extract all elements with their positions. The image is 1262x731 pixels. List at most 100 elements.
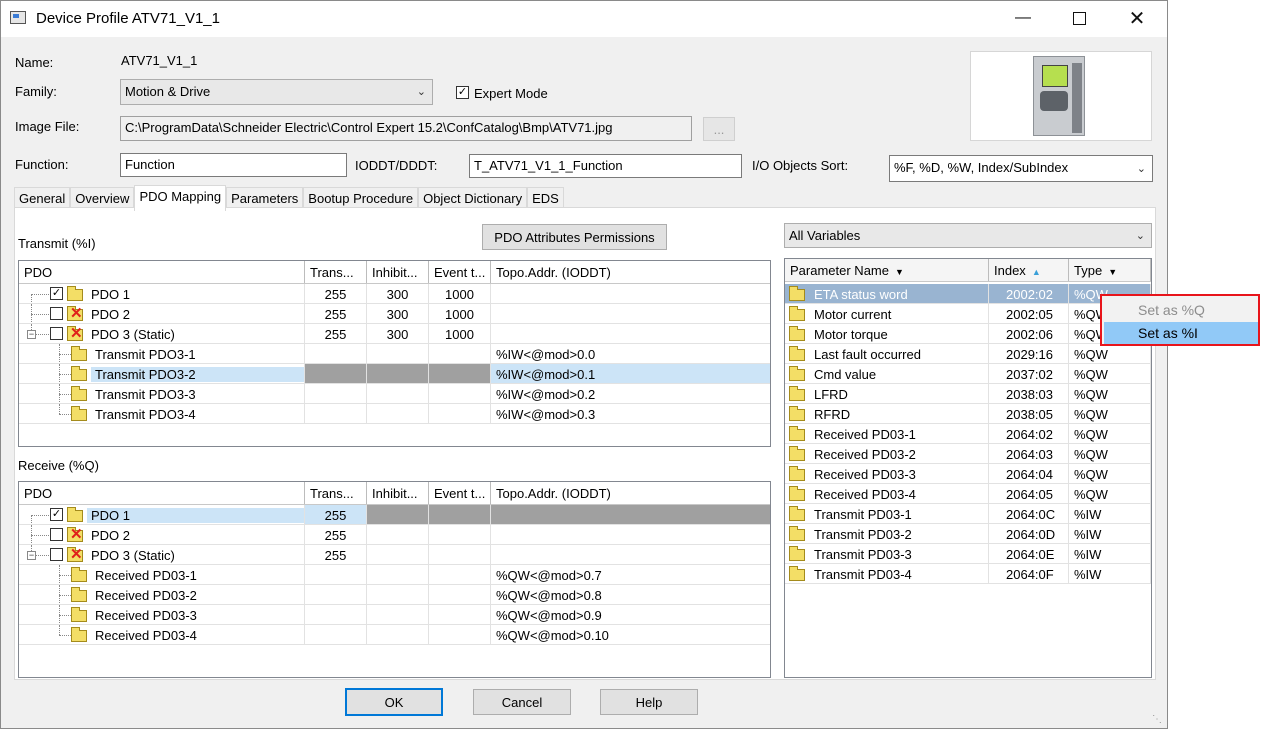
cancel-button[interactable]: Cancel: [473, 689, 571, 715]
receive-title: Receive (%Q): [18, 458, 99, 473]
app-icon: [10, 11, 26, 24]
folder-icon: [789, 466, 805, 481]
pdo-checkbox[interactable]: ✓: [50, 508, 63, 521]
grid-header: Parameter Name ▼ Index ▲ Type ▼: [785, 259, 1151, 282]
col-index[interactable]: Index ▲: [989, 259, 1069, 281]
tab-pdo-mapping[interactable]: PDO Mapping: [134, 185, 227, 211]
sort-select[interactable]: %F, %D, %W, Index/SubIndex ⌄: [889, 155, 1153, 182]
col-event[interactable]: Event t...: [429, 261, 491, 283]
table-row[interactable]: Last fault occurred 2029:16 %QW: [785, 344, 1151, 364]
table-row[interactable]: Motor current 2002:05 %QW: [785, 304, 1151, 324]
col-inhibit[interactable]: Inhibit...: [367, 482, 429, 504]
table-row[interactable]: Cmd value 2037:02 %QW: [785, 364, 1151, 384]
table-row[interactable]: ✕ PDO 2 255 300 1000: [19, 304, 770, 324]
pdo-checkbox[interactable]: [50, 307, 63, 320]
ioddt-label: IODDT/DDDT:: [355, 158, 438, 173]
cell-index: 2064:0D: [989, 524, 1069, 544]
tab-bar: General Overview PDO Mapping Parameters …: [14, 185, 564, 211]
table-row[interactable]: Transmit PD03-2 2064:0D %IW: [785, 524, 1151, 544]
table-row[interactable]: Received PD03-4 %QW<@mod>0.10: [19, 625, 770, 645]
variables-filter-select[interactable]: All Variables ⌄: [784, 223, 1152, 248]
cell-trans: [305, 344, 367, 364]
cell-name: ETA status word: [785, 284, 989, 304]
cell-trans: [305, 605, 367, 625]
col-type[interactable]: Type ▼: [1069, 259, 1151, 281]
col-topo[interactable]: Topo.Addr. (IODDT): [491, 261, 770, 283]
table-row[interactable]: ✓ PDO 1 255: [19, 505, 770, 525]
col-pdo[interactable]: PDO: [19, 261, 305, 283]
table-row[interactable]: − ✕ PDO 3 (Static) 255: [19, 545, 770, 565]
table-row[interactable]: RFRD 2038:05 %QW: [785, 404, 1151, 424]
table-row[interactable]: Received PD03-1 2064:02 %QW: [785, 424, 1151, 444]
sort-up-icon: ▲: [1031, 267, 1041, 277]
cell-event: [429, 404, 491, 424]
pdo-checkbox[interactable]: ✓: [50, 287, 63, 300]
menu-item-set-as-q[interactable]: Set as %Q: [1104, 299, 1258, 321]
cell-index: 2002:05: [989, 304, 1069, 324]
table-row[interactable]: Transmit PDO3-1 %IW<@mod>0.0: [19, 344, 770, 364]
table-row[interactable]: Transmit PD03-1 2064:0C %IW: [785, 504, 1151, 524]
disabled-x-icon: ✕: [70, 526, 83, 543]
cell-inhibit: [367, 344, 429, 364]
maximize-button[interactable]: [1056, 1, 1102, 35]
pdo-permissions-button[interactable]: PDO Attributes Permissions: [482, 224, 667, 250]
col-inhibit[interactable]: Inhibit...: [367, 261, 429, 283]
col-topo[interactable]: Topo.Addr. (IODDT): [491, 482, 770, 504]
browse-button[interactable]: ...: [703, 117, 735, 141]
table-row[interactable]: LFRD 2038:03 %QW: [785, 384, 1151, 404]
col-trans[interactable]: Trans...: [305, 261, 367, 283]
cell-event: 1000: [429, 324, 491, 344]
table-row[interactable]: ETA status word 2002:02 %QW: [785, 284, 1151, 304]
cell-index: 2002:06: [989, 324, 1069, 344]
folder-icon: [789, 566, 805, 581]
close-button[interactable]: ✕: [1114, 1, 1160, 35]
drive-icon: [1033, 56, 1085, 136]
cell-type: %QW: [1069, 404, 1151, 424]
col-parameter-name[interactable]: Parameter Name ▼: [785, 259, 989, 281]
table-row[interactable]: ✓ PDO 1 255 300 1000: [19, 284, 770, 304]
disabled-x-icon: ✕: [70, 305, 83, 322]
image-file-field[interactable]: C:\ProgramData\Schneider Electric\Contro…: [120, 116, 692, 141]
table-row[interactable]: Received PD03-3 %QW<@mod>0.9: [19, 605, 770, 625]
table-row[interactable]: Transmit PDO3-2 %IW<@mod>0.1: [19, 364, 770, 384]
table-row[interactable]: Received PD03-1 %QW<@mod>0.7: [19, 565, 770, 585]
cell-name: Transmit PDO3-4: [19, 404, 305, 424]
ioddt-field[interactable]: T_ATV71_V1_1_Function: [469, 154, 742, 178]
cell-topo: %QW<@mod>0.8: [491, 585, 770, 605]
table-row[interactable]: Received PD03-3 2064:04 %QW: [785, 464, 1151, 484]
pdo-checkbox[interactable]: [50, 327, 63, 340]
folder-icon: [789, 306, 805, 321]
cell-event: [429, 364, 491, 384]
col-event[interactable]: Event t...: [429, 482, 491, 504]
table-row[interactable]: Transmit PD03-4 2064:0F %IW: [785, 564, 1151, 584]
table-row[interactable]: ✕ PDO 2 255: [19, 525, 770, 545]
cell-name: LFRD: [785, 384, 989, 404]
collapse-icon[interactable]: −: [27, 551, 36, 560]
resize-grip-icon[interactable]: ⋱: [1152, 714, 1162, 725]
function-field[interactable]: Function: [120, 153, 347, 177]
pdo-name: Received PD03-3: [95, 608, 197, 623]
collapse-icon[interactable]: −: [27, 330, 36, 339]
table-row[interactable]: Transmit PD03-3 2064:0E %IW: [785, 544, 1151, 564]
pdo-checkbox[interactable]: [50, 528, 63, 541]
col-trans[interactable]: Trans...: [305, 482, 367, 504]
table-row[interactable]: − ✕ PDO 3 (Static) 255 300 1000: [19, 324, 770, 344]
ok-button[interactable]: OK: [345, 688, 443, 716]
minimize-button[interactable]: —: [1000, 1, 1046, 35]
family-select[interactable]: Motion & Drive ⌄: [120, 79, 433, 105]
table-row[interactable]: Transmit PDO3-3 %IW<@mod>0.2: [19, 384, 770, 404]
help-button[interactable]: Help: [600, 689, 698, 715]
device-image: [970, 51, 1152, 141]
cell-name: Last fault occurred: [785, 344, 989, 364]
table-row[interactable]: Transmit PDO3-4 %IW<@mod>0.3: [19, 404, 770, 424]
pdo-checkbox[interactable]: [50, 548, 63, 561]
cell-trans: [305, 404, 367, 424]
menu-item-set-as-i[interactable]: Set as %I: [1104, 322, 1258, 344]
table-row[interactable]: Received PD03-4 2064:05 %QW: [785, 484, 1151, 504]
cell-index: 2038:03: [989, 384, 1069, 404]
table-row[interactable]: Received PD03-2 %QW<@mod>0.8: [19, 585, 770, 605]
table-row[interactable]: Received PD03-2 2064:03 %QW: [785, 444, 1151, 464]
expert-mode-checkbox[interactable]: ✓: [456, 86, 469, 99]
table-row[interactable]: Motor torque 2002:06 %QW: [785, 324, 1151, 344]
col-pdo[interactable]: PDO: [19, 482, 305, 504]
